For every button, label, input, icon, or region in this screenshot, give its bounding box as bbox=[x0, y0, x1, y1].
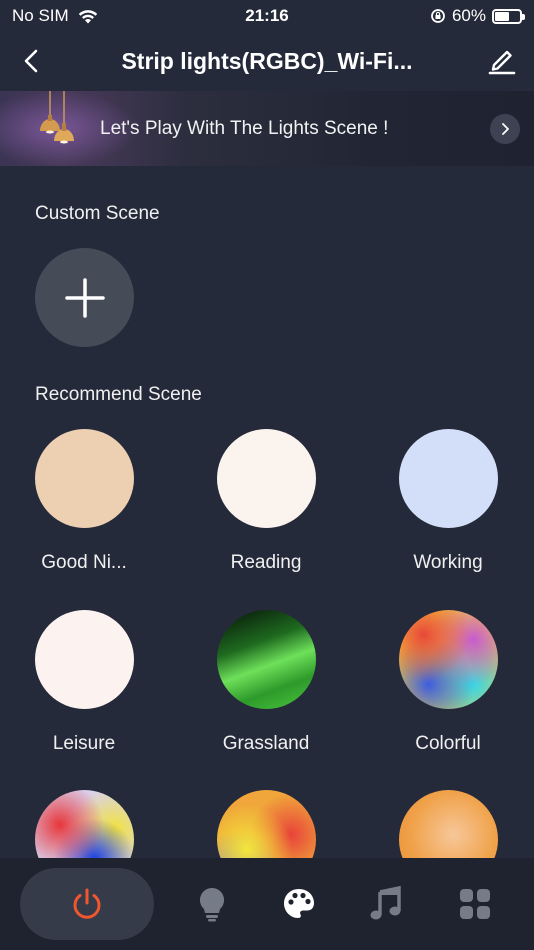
status-left: No SIM bbox=[12, 6, 99, 26]
bottom-tab-bar bbox=[0, 858, 534, 950]
status-bar: No SIM 21:16 60% bbox=[0, 0, 534, 32]
music-note-icon bbox=[370, 886, 401, 920]
tab-power[interactable] bbox=[20, 868, 154, 940]
page-title: Strip lights(RGBC)_Wi-Fi... bbox=[121, 47, 413, 74]
wifi-icon bbox=[78, 10, 97, 24]
battery-fill bbox=[495, 11, 510, 21]
nav-bar: Strip lights(RGBC)_Wi-Fi... bbox=[0, 32, 534, 90]
add-custom-scene-button[interactable] bbox=[35, 248, 134, 347]
banner-arrow-button[interactable] bbox=[490, 114, 520, 144]
scene-leisure[interactable]: Leisure bbox=[14, 610, 154, 755]
power-icon bbox=[73, 888, 101, 919]
tab-music[interactable] bbox=[356, 868, 416, 940]
chevron-right-icon bbox=[502, 123, 509, 135]
scene-working[interactable]: Working bbox=[378, 429, 518, 574]
scene-label: Working bbox=[413, 552, 483, 573]
scene-label: Grassland bbox=[222, 733, 310, 754]
scene-label: Colorful bbox=[415, 733, 481, 754]
plus-icon bbox=[64, 277, 105, 318]
tab-scene[interactable] bbox=[268, 868, 330, 940]
scene-good-night[interactable]: Good Ni... bbox=[14, 429, 154, 574]
battery-percent: 60% bbox=[451, 6, 486, 25]
grid-icon bbox=[460, 889, 490, 919]
scene-banner[interactable]: Let's Play With The Lights Scene ! bbox=[0, 91, 534, 166]
scene-swatch bbox=[34, 429, 134, 528]
status-right: 60% bbox=[430, 6, 525, 26]
scene-swatch bbox=[34, 610, 134, 709]
tab-more[interactable] bbox=[444, 868, 506, 940]
orientation-lock-icon bbox=[431, 9, 445, 23]
back-chevron-icon[interactable] bbox=[18, 46, 48, 76]
scene-swatch bbox=[216, 610, 316, 709]
scene-label: Good Ni... bbox=[41, 552, 127, 573]
banner-text: Let's Play With The Lights Scene ! bbox=[100, 118, 389, 139]
custom-scene-title: Custom Scene bbox=[35, 203, 160, 224]
bulb-icon bbox=[199, 887, 225, 922]
tab-light[interactable] bbox=[182, 868, 242, 940]
scene-swatch bbox=[398, 610, 498, 709]
scene-label: Leisure bbox=[52, 733, 116, 754]
battery-icon bbox=[492, 8, 525, 24]
recommend-scene-title: Recommend Scene bbox=[35, 384, 202, 405]
pendant-lamps-icon bbox=[40, 91, 74, 144]
scene-reading[interactable]: Reading bbox=[196, 429, 336, 574]
scene-swatch bbox=[216, 429, 316, 528]
carrier-label: No SIM bbox=[12, 6, 69, 25]
scene-swatch bbox=[398, 429, 498, 528]
palette-icon bbox=[284, 889, 314, 918]
scene-label: Reading bbox=[230, 552, 302, 573]
scene-colorful[interactable]: Colorful bbox=[378, 610, 518, 755]
scene-grassland[interactable]: Grassland bbox=[196, 610, 336, 755]
edit-pencil-icon[interactable] bbox=[486, 44, 518, 76]
